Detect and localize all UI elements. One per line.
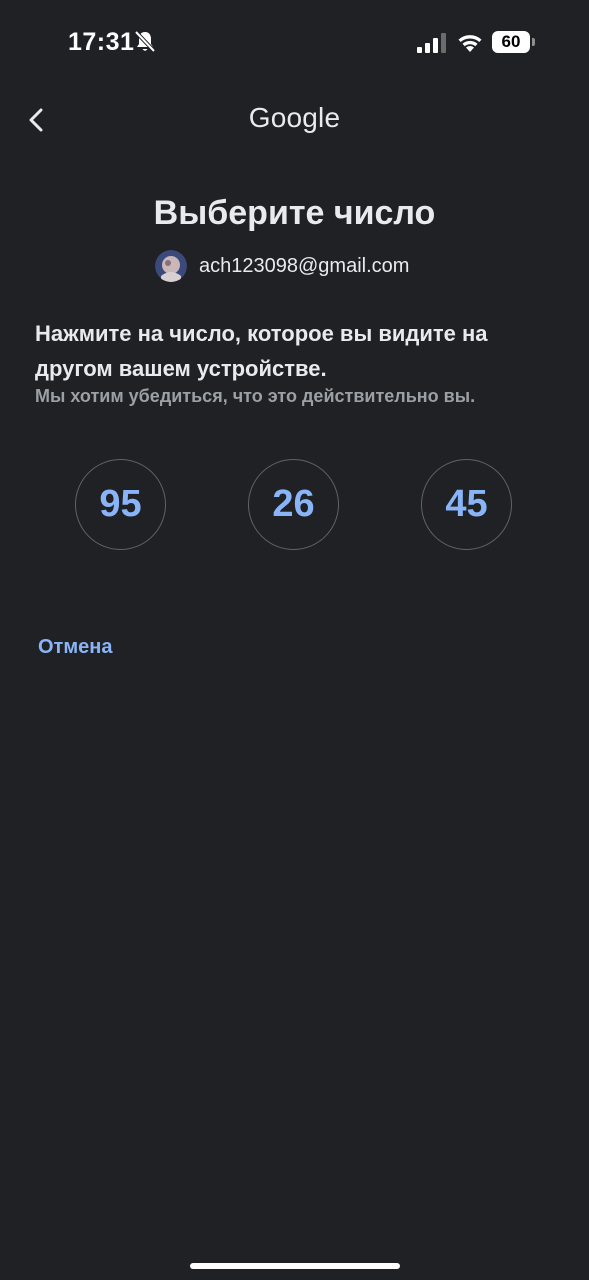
- account-email: ach123098@gmail.com: [199, 254, 410, 277]
- cancel-button[interactable]: Отмена: [38, 636, 112, 659]
- instruction-text: Нажмите на число, которое вы видите на д…: [35, 321, 488, 381]
- number-option-2[interactable]: 26: [248, 459, 339, 550]
- page-title: Выберите число: [153, 194, 436, 232]
- account-chip: ach123098@gmail.com: [155, 249, 409, 283]
- number-option-3[interactable]: 45: [421, 459, 512, 550]
- battery-cap: [532, 38, 535, 46]
- bell-muted-icon: [134, 30, 156, 53]
- screen: 17:31 60 Google Выберите число ach123098…: [0, 0, 589, 1280]
- sub-instruction-text: Мы хотим убедиться, что это действительн…: [35, 386, 476, 406]
- number-option-1[interactable]: 95: [75, 459, 166, 550]
- home-indicator[interactable]: [190, 1263, 400, 1269]
- battery-icon: 60: [492, 31, 536, 53]
- battery-level: 60: [492, 31, 530, 53]
- wifi-icon: [458, 35, 482, 52]
- status-time: 17:31: [68, 28, 135, 56]
- avatar: [155, 250, 187, 282]
- google-logo: Google: [248, 102, 341, 133]
- status-bar: 17:31 60: [0, 0, 589, 88]
- cellular-signal-icon: [417, 33, 446, 53]
